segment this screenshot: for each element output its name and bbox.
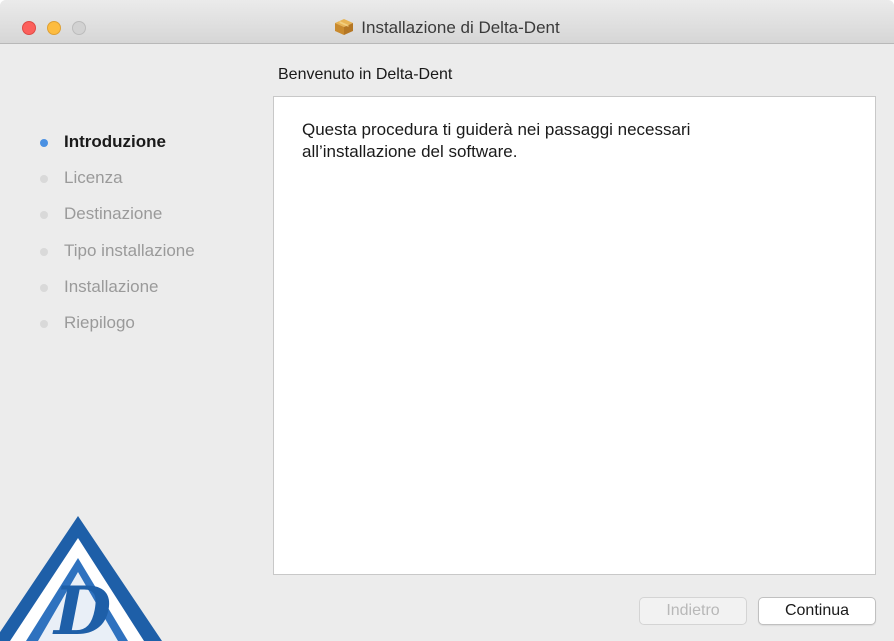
step-destinazione: Destinazione: [36, 201, 195, 237]
title-bar[interactable]: Installazione di Delta-Dent: [0, 0, 894, 44]
step-label: Introduzione: [64, 132, 166, 151]
step-bullet: [40, 319, 48, 328]
step-label: Tipo installazione: [64, 240, 195, 260]
step-bullet: [40, 247, 48, 256]
continue-button[interactable]: Continua: [758, 597, 876, 625]
step-label: Installazione: [64, 276, 159, 296]
step-licenza: Licenza: [36, 165, 195, 201]
intro-line-1: Questa procedura ti guiderà nei passaggi…: [302, 120, 691, 139]
window-title: Installazione di Delta-Dent: [361, 18, 560, 37]
step-label: Riepilogo: [64, 312, 135, 332]
window-title-wrap: Installazione di Delta-Dent: [0, 17, 894, 39]
intro-text: Questa procedura ti guiderà nei passaggi…: [302, 119, 822, 163]
step-bullet: [40, 139, 48, 147]
step-label: Destinazione: [64, 204, 163, 224]
step-installazione: Installazione: [36, 274, 195, 310]
step-riepilogo: Riepilogo: [36, 310, 195, 346]
intro-line-2: all’installazione del software.: [302, 142, 518, 161]
logo-letter: D: [52, 572, 111, 641]
delta-dent-logo: D: [0, 516, 162, 641]
step-tipo-installazione: Tipo installazione: [36, 238, 195, 274]
step-list: Introduzione Licenza Destinazione Tipo i…: [36, 129, 195, 346]
step-bullet: [40, 211, 48, 220]
step-label: Licenza: [64, 168, 123, 188]
step-introduzione: Introduzione: [36, 129, 195, 165]
back-button[interactable]: Indietro: [639, 597, 747, 625]
page-heading: Benvenuto in Delta-Dent: [278, 66, 453, 83]
step-bullet: [40, 283, 48, 292]
content-panel: Questa procedura ti guiderà nei passaggi…: [273, 96, 876, 575]
package-icon: [335, 19, 354, 35]
installer-window: Installazione di Delta-Dent Benvenuto in…: [0, 0, 894, 641]
step-bullet: [40, 175, 48, 184]
